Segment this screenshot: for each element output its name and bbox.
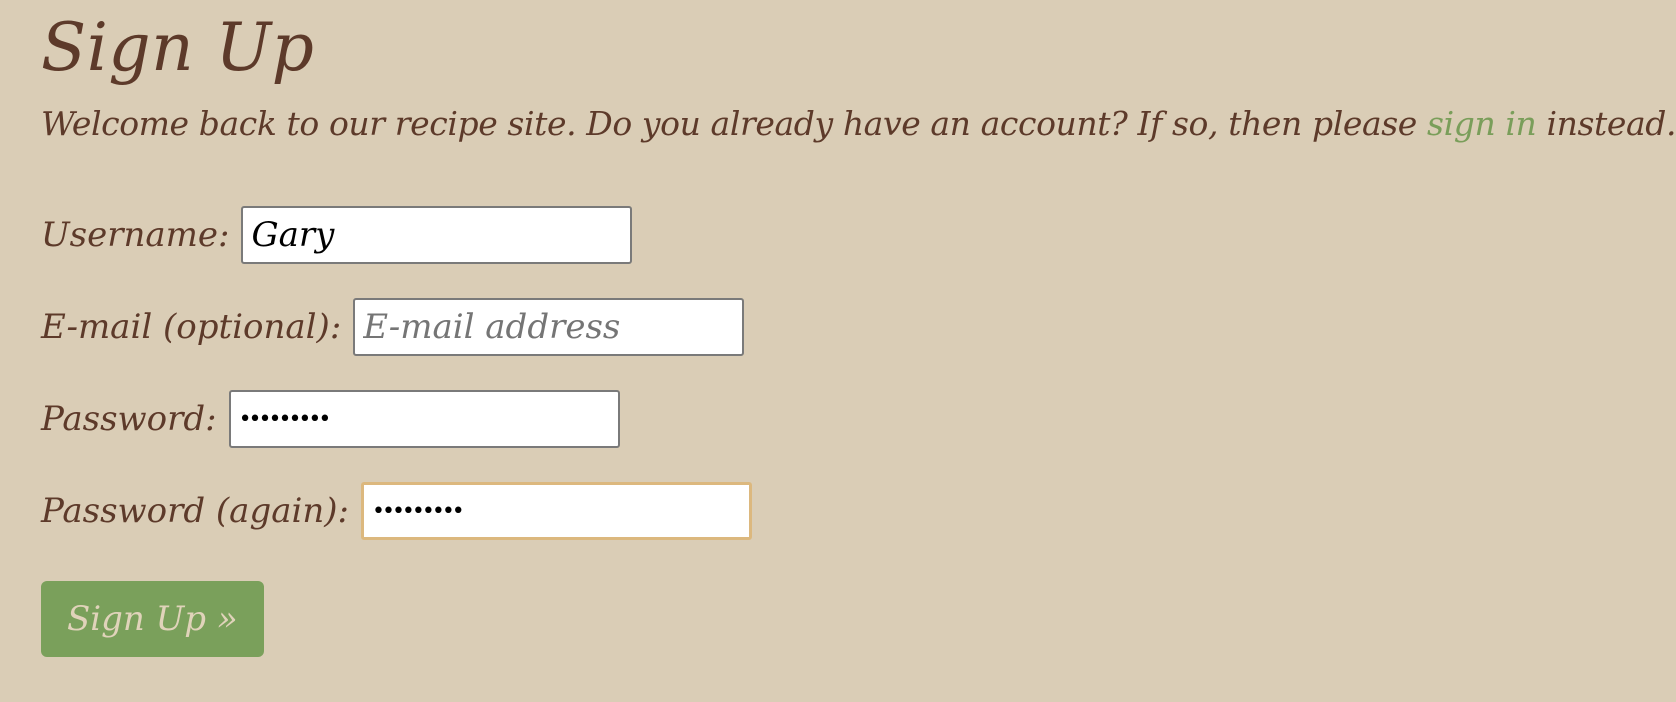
- username-input[interactable]: [241, 206, 633, 264]
- email-input[interactable]: [353, 298, 745, 356]
- password-row: Password:: [41, 389, 1676, 449]
- signup-form: Username: E-mail (optional): Password: P…: [41, 205, 1676, 657]
- intro-text-before: Welcome back to our recipe site. Do you …: [41, 104, 1428, 143]
- intro-text: Welcome back to our recipe site. Do you …: [41, 102, 1676, 146]
- email-label: E-mail (optional):: [41, 307, 342, 347]
- password-again-input[interactable]: [360, 482, 752, 540]
- username-label: Username:: [41, 215, 230, 255]
- page-title: Sign Up: [41, 9, 315, 86]
- email-row: E-mail (optional):: [41, 297, 1676, 357]
- username-row: Username:: [41, 205, 1676, 265]
- password-again-row: Password (again):: [41, 481, 1676, 541]
- intro-text-after: instead.: [1536, 104, 1676, 143]
- password-again-label: Password (again):: [41, 491, 349, 531]
- sign-in-link[interactable]: sign in: [1427, 104, 1537, 143]
- password-label: Password:: [41, 399, 217, 439]
- signup-page: Sign Up Welcome back to our recipe site.…: [0, 0, 1676, 657]
- password-input[interactable]: [228, 390, 620, 448]
- sign-up-button[interactable]: Sign Up »: [41, 581, 264, 657]
